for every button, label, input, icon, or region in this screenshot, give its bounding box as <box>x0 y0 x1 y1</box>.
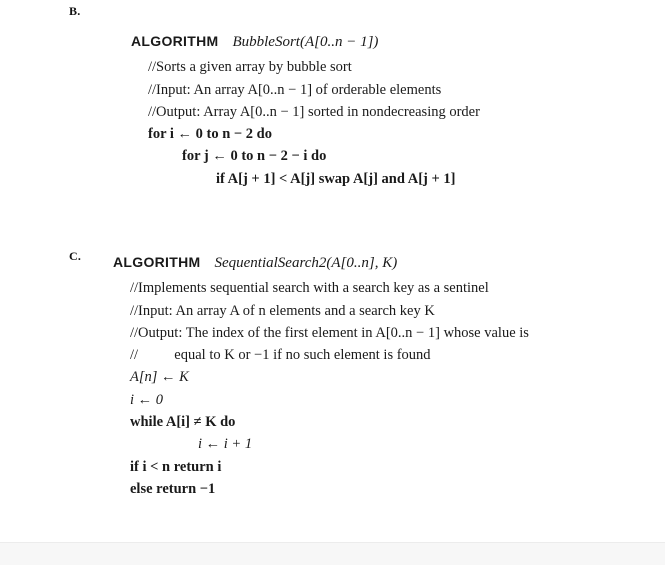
code-line: //Output: The index of the first element… <box>130 324 529 341</box>
algorithm-header-sequentialsearch2: ALGORITHM SequentialSearch2(A[0..n], K) <box>113 251 529 274</box>
code-line: i ← 0 <box>130 391 164 408</box>
algorithm-body-sequentialsearch2: //Implements sequential search with a se… <box>113 277 529 500</box>
algorithm-signature-bubblesort: BubbleSort(A[0..n − 1]) <box>232 34 379 50</box>
code-line: for j ← 0 to n − 2 − i do <box>182 148 327 165</box>
section-label-c: C. <box>69 249 82 263</box>
code-line: //Output: Array A[0..n − 1] sorted in no… <box>148 103 480 120</box>
code-line: //Input: An array A of n elements and a … <box>130 302 435 319</box>
algorithm-keyword: ALGORITHM <box>113 254 201 270</box>
algorithm-block-bubblesort: ALGORITHM BubbleSort(A[0..n − 1]) //Sorts… <box>131 30 480 190</box>
document-page: B. ALGORITHM BubbleSort(A[0..n − 1]) //So… <box>0 0 665 565</box>
algorithm-keyword: ALGORITHM <box>131 33 219 49</box>
code-line: while A[i] ≠ K do <box>130 414 236 431</box>
code-line: A[n] ← K <box>130 369 189 386</box>
code-line: if A[j + 1] < A[j] swap A[j] and A[j + 1… <box>216 170 456 187</box>
code-line: // equal to K or −1 if no such element i… <box>130 347 431 364</box>
algorithm-header-bubblesort: ALGORITHM BubbleSort(A[0..n − 1]) <box>131 30 480 53</box>
code-line: i ← i + 1 <box>198 436 253 453</box>
algorithm-body-bubblesort: //Sorts a given array by bubble sort //I… <box>131 56 480 190</box>
code-line: else return −1 <box>130 480 216 497</box>
code-line: //Input: An array A[0..n − 1] of orderab… <box>148 81 442 98</box>
code-line: //Sorts a given array by bubble sort <box>148 59 352 76</box>
algorithm-block-sequentialsearch2: ALGORITHM SequentialSearch2(A[0..n], K) /… <box>113 251 529 500</box>
code-line: //Implements sequential search with a se… <box>130 280 489 297</box>
algorithm-signature-sequentialsearch2: SequentialSearch2(A[0..n], K) <box>214 255 398 271</box>
section-label-b: B. <box>69 4 81 18</box>
code-line: if i < n return i <box>130 458 222 475</box>
footer-band <box>0 542 665 565</box>
code-line: for i ← 0 to n − 2 do <box>148 126 273 143</box>
